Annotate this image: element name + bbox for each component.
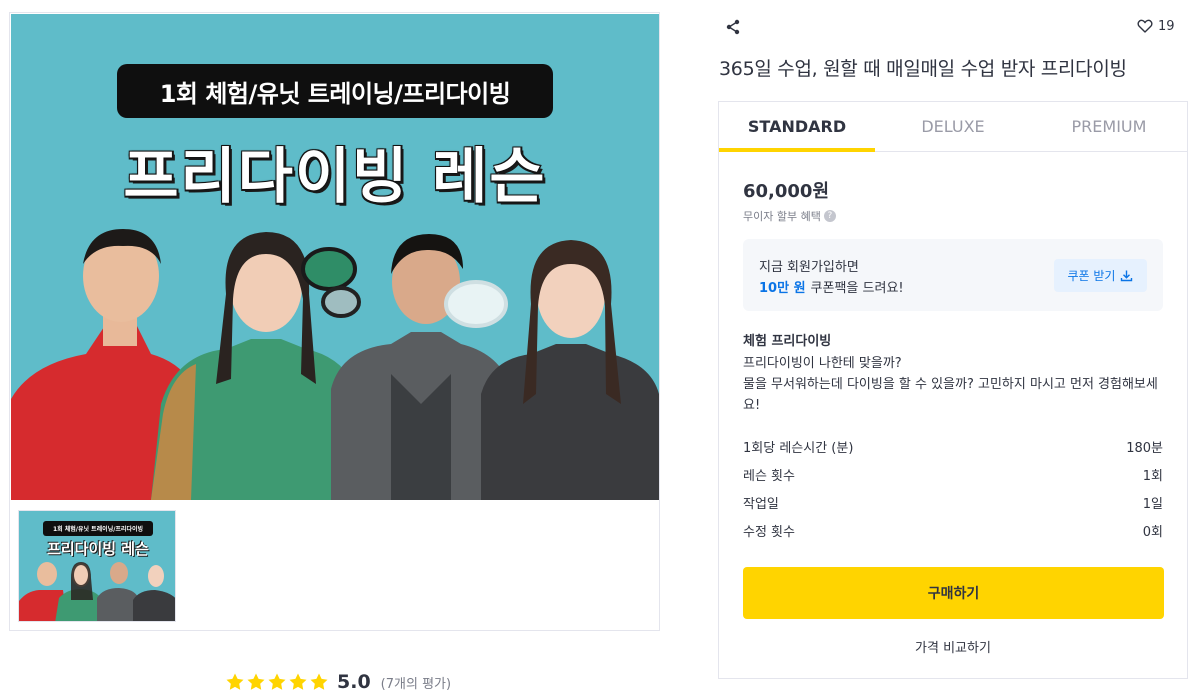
like-button[interactable]: 19 — [1137, 18, 1175, 34]
main-product-image[interactable]: 1회 체험/유닛 트레이닝/프리다이빙 프리다이빙 레슨 — [11, 14, 659, 500]
rating-summary[interactable]: 5.0 (7개의 평가) — [225, 670, 451, 694]
package-description-line1: 프리다이빙이 나한테 맞을까? — [743, 356, 902, 371]
thumbnail-divers-photo — [19, 562, 175, 621]
package-tabs: STANDARD DELUXE PREMIUM — [719, 102, 1187, 152]
spec-row: 수정 횟수 0회 — [743, 521, 1163, 540]
share-icon[interactable] — [724, 18, 742, 36]
star-icon — [226, 673, 244, 690]
divers-photo — [11, 229, 659, 500]
spec-label: 1회당 레슨시간 (분) — [743, 441, 854, 456]
hero-badge: 1회 체험/유닛 트레이닝/프리다이빙 — [117, 64, 553, 118]
rating-stars — [225, 672, 329, 692]
package-description: 프리다이빙이 나한테 맞을까? 물을 무서워하는데 다이빙을 할 수 있을까? … — [743, 353, 1168, 416]
download-icon — [1121, 270, 1133, 282]
image-gallery: 1회 체험/유닛 트레이닝/프리다이빙 프리다이빙 레슨 1회 체험/유닛 트레… — [9, 12, 660, 631]
spec-value: 0회 — [1142, 525, 1163, 540]
coupon-amount: 10만 원 — [759, 281, 806, 296]
hero-title: 프리다이빙 레슨 — [123, 142, 547, 212]
tab-premium[interactable]: PREMIUM — [1031, 102, 1187, 151]
compare-prices-link[interactable]: 가격 비교하기 — [719, 637, 1187, 656]
package-name: 체험 프리다이빙 — [743, 334, 832, 349]
spec-label: 작업일 — [743, 497, 779, 512]
star-icon — [289, 673, 307, 690]
gallery-thumbnail[interactable]: 1회 체험/유닛 트레이닝/프리다이빙 프리다이빙 레슨 — [18, 510, 176, 622]
service-title: 365일 수업, 원할 때 매일매일 수업 받자 프리다이빙 — [719, 58, 1127, 80]
heart-icon — [1137, 19, 1153, 33]
help-icon[interactable]: ? — [823, 210, 836, 222]
spec-label: 수정 횟수 — [743, 525, 795, 540]
thumbnail-badge: 1회 체험/유닛 트레이닝/프리다이빙 — [43, 521, 153, 536]
spec-value: 1회 — [1142, 469, 1163, 484]
coupon-line1: 지금 회원가입하면 — [759, 260, 859, 275]
star-icon — [310, 673, 328, 690]
star-icon — [247, 673, 265, 690]
spec-value: 1일 — [1142, 497, 1163, 512]
coupon-line2-text: 쿠폰팩을 드려요! — [810, 281, 904, 296]
installment-info: 무이자 할부 혜택 ? — [743, 208, 836, 224]
package-description-line2: 물을 무서워하는데 다이빙을 할 수 있을까? 고민하지 마시고 먼저 경험해보… — [743, 377, 1158, 413]
package-card: STANDARD DELUXE PREMIUM 60,000원 무이자 할부 혜… — [718, 101, 1188, 679]
like-count: 19 — [1158, 18, 1175, 34]
coupon-line2: 10만 원 쿠폰팩을 드려요! — [759, 277, 904, 296]
coupon-banner: 지금 회원가입하면 10만 원 쿠폰팩을 드려요! 쿠폰 받기 — [743, 239, 1163, 311]
spec-label: 레슨 횟수 — [743, 469, 795, 484]
rating-score: 5.0 — [337, 671, 371, 693]
spec-row: 작업일 1일 — [743, 493, 1163, 512]
spec-row: 레슨 횟수 1회 — [743, 465, 1163, 484]
package-price: 60,000원 — [743, 181, 830, 202]
buy-button[interactable]: 구매하기 — [743, 567, 1164, 619]
rating-count: (7개의 평가) — [380, 676, 452, 692]
tab-standard[interactable]: STANDARD — [719, 102, 875, 152]
get-coupon-label: 쿠폰 받기 — [1067, 269, 1116, 283]
get-coupon-button[interactable]: 쿠폰 받기 — [1054, 259, 1147, 292]
spec-value: 180분 — [1126, 441, 1163, 456]
spec-row: 1회당 레슨시간 (분) 180분 — [743, 437, 1163, 456]
star-icon — [268, 673, 286, 690]
installment-label: 무이자 할부 혜택 — [743, 210, 821, 223]
tab-deluxe[interactable]: DELUXE — [875, 102, 1031, 151]
